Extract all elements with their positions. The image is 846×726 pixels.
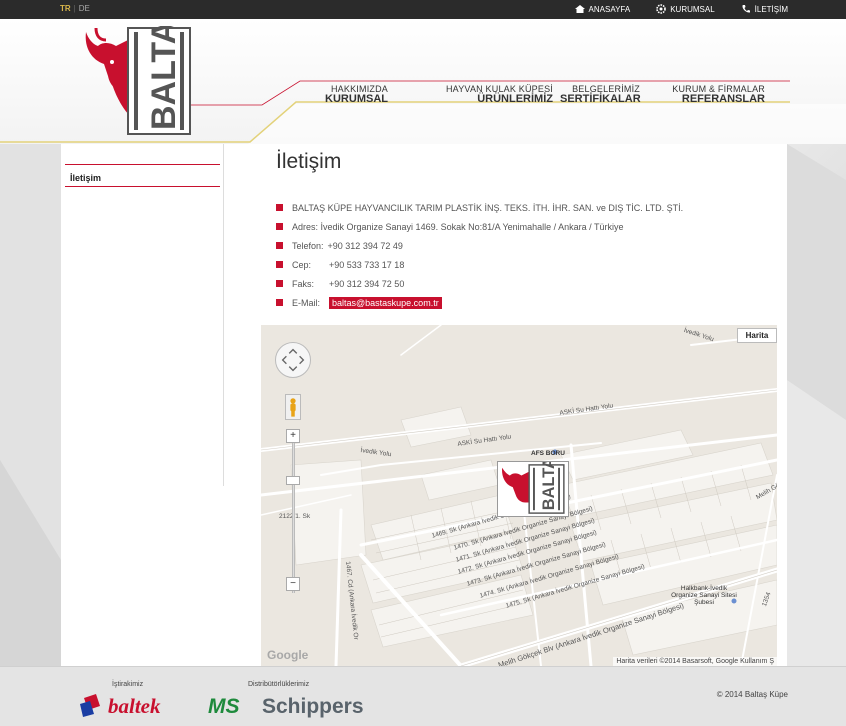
- street-view-pegman-icon[interactable]: [285, 394, 301, 420]
- mobile-value[interactable]: +90 533 733 17 18: [329, 260, 404, 270]
- zoom-slider-handle[interactable]: [286, 476, 300, 485]
- phone-icon: [742, 5, 750, 13]
- mobile-label: Cep:: [292, 259, 312, 270]
- mainnav-urunlerimiz-label: ÜRÜNLERİMİZ: [477, 93, 553, 105]
- sidebar-rule-top: [65, 164, 220, 165]
- map-label-halkbank: Halkbank-İvedik Organize Sanayi Sitesi Ş…: [671, 585, 737, 606]
- mainnav-referanslar-label: REFERANSLAR: [681, 93, 765, 105]
- topnav-home[interactable]: ANASAYFA: [574, 4, 631, 14]
- distributor-label: Distribütörlüklerimiz: [248, 681, 310, 688]
- bullet-icon: [276, 223, 283, 230]
- email-label: E-Mail:: [292, 297, 321, 308]
- zoom-in-button[interactable]: +: [286, 429, 300, 443]
- language-switcher: TR | DE: [60, 4, 90, 13]
- sidebar-rule-bottom: [65, 186, 220, 187]
- bullet-icon: [276, 204, 283, 211]
- email-link[interactable]: baltas@bastaskupe.com.tr: [329, 296, 442, 309]
- logo-text: BALTAŞ: [145, 26, 183, 130]
- top-bar: TR | DE ANASAYFA KURUMSAL İLETİŞİM: [0, 0, 846, 19]
- contact-mobile: Cep: +90 533 733 17 18: [276, 255, 776, 274]
- zoom-out-button[interactable]: −: [286, 577, 300, 591]
- lang-tr[interactable]: TR: [60, 4, 71, 13]
- topnav-kurumsal[interactable]: KURUMSAL: [656, 4, 715, 14]
- schippers-logo[interactable]: MS Schippers: [208, 692, 368, 718]
- topnav-home-label: ANASAYFA: [588, 4, 631, 14]
- address-text: Adres: İvedik Organize Sanayi 1469. Soka…: [292, 221, 624, 232]
- svg-text:MS: MS: [208, 695, 240, 718]
- topnav-kurumsal-label: KURUMSAL: [670, 4, 715, 14]
- bullet-icon: [276, 242, 283, 249]
- sidebar-item-iletisim[interactable]: İletişim: [70, 173, 101, 183]
- baltas-logo[interactable]: BALTAŞ: [82, 26, 194, 136]
- phone-label: Telefon:: [292, 240, 324, 251]
- contact-address: Adres: İvedik Organize Sanayi 1469. Soka…: [276, 217, 776, 236]
- contact-fax: Faks: +90 312 394 72 50: [276, 274, 776, 293]
- map-attribution[interactable]: Harita verileri ©2014 Basarsoft, Google …: [613, 657, 777, 666]
- sidebar: [61, 144, 224, 486]
- map-label-afs-boru: AFS BORU: [531, 450, 565, 457]
- top-nav: ANASAYFA KURUMSAL İLETİŞİM: [574, 4, 788, 14]
- bullet-icon: [276, 299, 283, 306]
- contact-phone: Telefon: +90 312 394 72 49: [276, 236, 776, 255]
- contact-company: BALTAŞ KÜPE HAYVANCILIK TARIM PLASTİK İN…: [276, 198, 776, 217]
- mainnav-referanslar[interactable]: KURUM & FİRMALAR REFERANSLAR: [665, 84, 765, 105]
- topnav-iletisim[interactable]: İLETİŞİM: [741, 4, 788, 14]
- fax-label: Faks:: [292, 278, 315, 289]
- contact-email: E-Mail: baltas@bastaskupe.com.tr: [276, 293, 776, 312]
- page-title: İletişim: [276, 150, 342, 173]
- google-logo: Google: [267, 648, 309, 662]
- contact-info: BALTAŞ KÜPE HAYVANCILIK TARIM PLASTİK İN…: [276, 198, 776, 312]
- bullet-icon: [276, 280, 283, 287]
- topnav-iletisim-label: İLETİŞİM: [754, 4, 788, 14]
- map-type-button[interactable]: Harita: [737, 328, 777, 343]
- company-name: BALTAŞ KÜPE HAYVANCILIK TARIM PLASTİK İN…: [292, 202, 684, 213]
- gear-icon: [656, 4, 667, 14]
- bullet-icon: [276, 261, 283, 268]
- baltek-logo[interactable]: baltek: [80, 692, 190, 718]
- phone-value[interactable]: +90 312 394 72 49: [328, 241, 403, 251]
- lang-de[interactable]: DE: [79, 4, 90, 13]
- fax-value: +90 312 394 72 50: [329, 278, 405, 289]
- marker-logo-text: BALTAŞ: [540, 461, 558, 510]
- partner-label: İştirakimiz: [112, 681, 144, 688]
- mainnav-urunlerimiz[interactable]: HAYVAN KULAK KÜPESİ ÜRÜNLERİMİZ: [410, 84, 553, 105]
- map-pan-control[interactable]: [275, 342, 311, 378]
- copyright: © 2014 Baltaş Küpe: [716, 690, 788, 699]
- mainnav-sertifikalar[interactable]: BELGELERİMİZ SERTİFİKALAR: [560, 84, 641, 105]
- baltek-logo-text: baltek: [108, 694, 161, 718]
- mainnav-kurumsal-label: KURUMSAL: [325, 93, 388, 105]
- map-logo-marker[interactable]: BALTAŞ: [497, 461, 569, 517]
- zoom-slider-track[interactable]: [292, 433, 295, 593]
- home-icon: [574, 5, 585, 13]
- map[interactable]: İvedik Yolu ASKİ Su Hattı Yolu ASKİ Su H…: [261, 325, 777, 666]
- mainnav-kurumsal[interactable]: HAKKIMIZDA KURUMSAL: [318, 84, 388, 105]
- mainnav-sertifikalar-label: SERTİFİKALAR: [560, 93, 641, 105]
- schippers-logo-text: Schippers: [262, 695, 364, 718]
